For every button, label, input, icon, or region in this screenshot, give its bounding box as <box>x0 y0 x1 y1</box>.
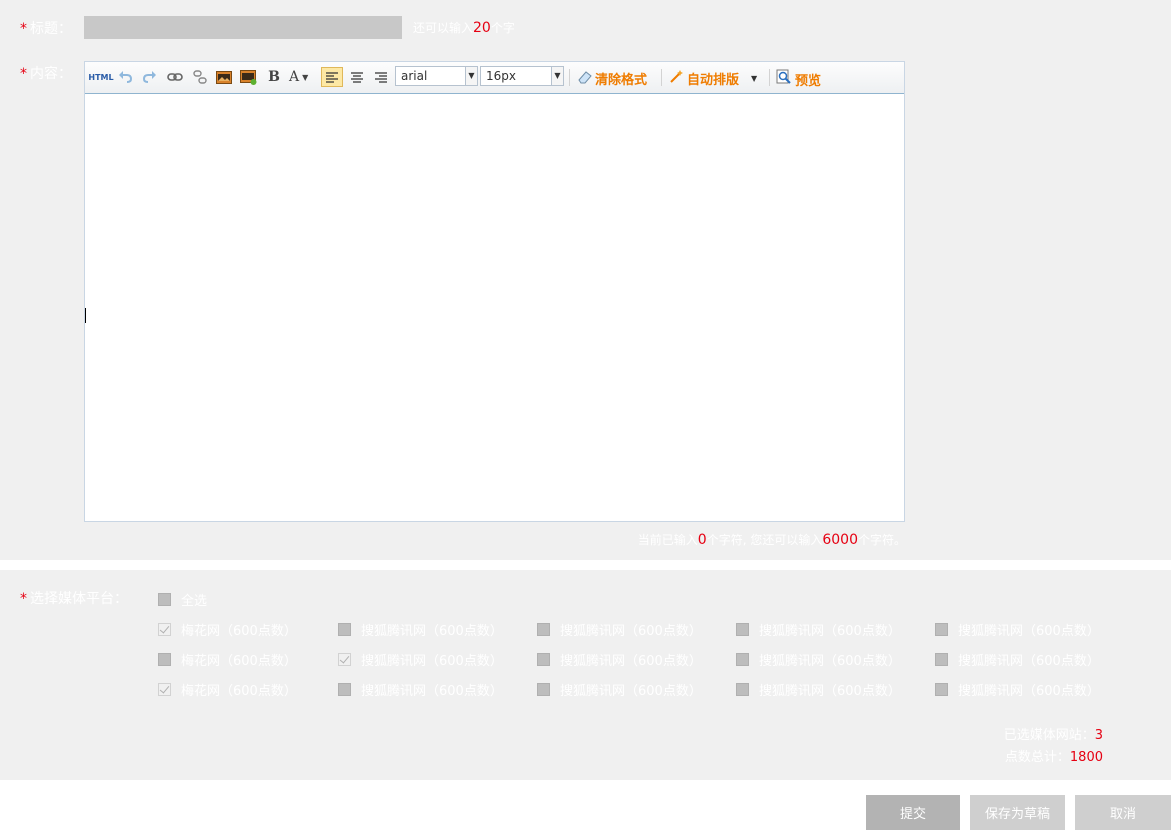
media-option-label: 搜狐腾讯网（600点数） <box>958 624 1100 639</box>
title-input[interactable] <box>84 16 402 39</box>
text-cursor <box>85 308 86 323</box>
media-option[interactable]: 搜狐腾讯网（600点数） <box>338 650 503 669</box>
font-color-icon[interactable]: A ▼ <box>289 67 315 87</box>
submit-button[interactable]: 提交 <box>866 795 960 830</box>
redo-icon[interactable] <box>141 67 159 87</box>
media-option-label: 搜狐腾讯网（600点数） <box>759 684 901 699</box>
checkbox-checked[interactable] <box>158 623 171 636</box>
auto-layout-button[interactable]: 自动排版 ▼ <box>669 69 757 88</box>
remaining-char-count: 6000 <box>822 532 858 548</box>
media-option[interactable]: 搜狐腾讯网（600点数） <box>935 680 1100 699</box>
article-form-section: * 标题： 还可以输入20个字 * 内容： HTML B A ▼ arial ▼… <box>0 0 1171 560</box>
media-option[interactable]: 搜狐腾讯网（600点数） <box>736 680 901 699</box>
media-option-label: 搜狐腾讯网（600点数） <box>958 684 1100 699</box>
current-char-count: 0 <box>697 532 707 548</box>
select-all-checkbox[interactable]: 全选 <box>158 590 207 609</box>
media-option[interactable]: 梅花网（600点数） <box>158 620 297 639</box>
undo-icon[interactable] <box>116 67 134 87</box>
toolbar-divider <box>569 69 570 86</box>
font-size-select[interactable]: 16px ▼ <box>480 66 564 86</box>
chevron-down-icon: ▼ <box>551 67 563 85</box>
image-icon[interactable] <box>214 67 234 87</box>
media-option-label: 搜狐腾讯网（600点数） <box>361 624 503 639</box>
preview-icon <box>776 69 792 89</box>
media-option[interactable]: 搜狐腾讯网（600点数） <box>736 620 901 639</box>
align-left-icon[interactable] <box>321 67 343 87</box>
media-option-label: 搜狐腾讯网（600点数） <box>958 654 1100 669</box>
clear-format-button[interactable]: 清除格式 <box>577 69 647 88</box>
media-option-label: 搜狐腾讯网（600点数） <box>361 684 503 699</box>
chevron-down-icon: ▼ <box>302 72 309 82</box>
checkbox-checked[interactable] <box>338 653 351 666</box>
media-option-label: 搜狐腾讯网（600点数） <box>759 624 901 639</box>
checkbox[interactable] <box>736 623 749 636</box>
checkbox[interactable] <box>935 653 948 666</box>
media-option-label: 搜狐腾讯网（600点数） <box>361 654 503 669</box>
checkbox-checked[interactable] <box>158 683 171 696</box>
media-option[interactable]: 搜狐腾讯网（600点数） <box>338 680 503 699</box>
chevron-down-icon: ▼ <box>465 67 477 85</box>
checkbox[interactable] <box>736 653 749 666</box>
checkbox[interactable] <box>537 683 550 696</box>
align-right-icon[interactable] <box>371 67 391 87</box>
bold-icon[interactable]: B <box>265 67 283 87</box>
checkbox[interactable] <box>935 683 948 696</box>
media-option-label: 搜狐腾讯网（600点数） <box>560 624 702 639</box>
title-label: * 标题： <box>20 21 72 37</box>
checkbox[interactable] <box>158 653 171 666</box>
media-option[interactable]: 搜狐腾讯网（600点数） <box>935 620 1100 639</box>
content-label: * 内容： <box>20 66 72 82</box>
media-option[interactable]: 搜狐腾讯网（600点数） <box>537 620 702 639</box>
rich-text-editor[interactable]: HTML B A ▼ arial ▼ 16px ▼ 清除格式 自动排版 ▼ 预览 <box>84 61 905 522</box>
media-option-label: 梅花网（600点数） <box>181 654 297 669</box>
link-icon[interactable] <box>165 67 185 87</box>
align-center-icon[interactable] <box>347 67 367 87</box>
checkbox[interactable] <box>537 623 550 636</box>
checkbox[interactable] <box>338 683 351 696</box>
unlink-icon[interactable] <box>190 67 210 87</box>
selected-media-count: 已选媒体网站：3 <box>1003 728 1103 743</box>
checkbox[interactable] <box>935 623 948 636</box>
media-option[interactable]: 搜狐腾讯网（600点数） <box>338 620 503 639</box>
checkbox[interactable] <box>338 623 351 636</box>
media-option-label: 梅花网（600点数） <box>181 624 297 639</box>
media-option-label: 搜狐腾讯网（600点数） <box>560 654 702 669</box>
required-mark: * <box>20 21 27 37</box>
media-option[interactable]: 梅花网（600点数） <box>158 650 297 669</box>
media-option[interactable]: 搜狐腾讯网（600点数） <box>537 680 702 699</box>
media-option-label: 搜狐腾讯网（600点数） <box>759 654 901 669</box>
chevron-down-icon: ▼ <box>751 74 758 83</box>
media-option[interactable]: 搜狐腾讯网（600点数） <box>736 650 901 669</box>
preview-button[interactable]: 预览 <box>776 69 821 89</box>
media-option-label: 梅花网（600点数） <box>181 684 297 699</box>
points-total: 点数总计：1800 <box>1004 750 1103 765</box>
required-mark: * <box>20 66 27 82</box>
media-option-label: 搜狐腾讯网（600点数） <box>560 684 702 699</box>
title-remaining-hint: 还可以输入20个字 <box>413 20 515 36</box>
font-family-select[interactable]: arial ▼ <box>395 66 478 86</box>
title-remaining-count: 20 <box>473 20 491 36</box>
media-option[interactable]: 搜狐腾讯网（600点数） <box>537 650 702 669</box>
eraser-icon <box>577 70 593 88</box>
toolbar-divider <box>769 69 770 86</box>
html-icon[interactable]: HTML <box>88 67 113 87</box>
cancel-button[interactable]: 取消 <box>1075 795 1171 830</box>
checkbox[interactable] <box>537 653 550 666</box>
media-option[interactable]: 搜狐腾讯网（600点数） <box>935 650 1100 669</box>
character-count: 当前已输入0个字符, 您还可以输入6000个字符。 <box>637 532 906 548</box>
toolbar-divider <box>661 69 662 86</box>
save-draft-button[interactable]: 保存为草稿 <box>970 795 1065 830</box>
checkbox[interactable] <box>158 593 171 606</box>
magic-wand-icon <box>669 69 684 88</box>
checkbox[interactable] <box>736 683 749 696</box>
required-mark: * <box>20 591 27 607</box>
media-platform-label: * 选择媒体平台： <box>20 591 128 607</box>
media-option[interactable]: 梅花网（600点数） <box>158 680 297 699</box>
editor-toolbar: HTML B A ▼ arial ▼ 16px ▼ 清除格式 自动排版 ▼ 预览 <box>85 62 904 94</box>
insert-image-icon[interactable] <box>238 67 258 87</box>
